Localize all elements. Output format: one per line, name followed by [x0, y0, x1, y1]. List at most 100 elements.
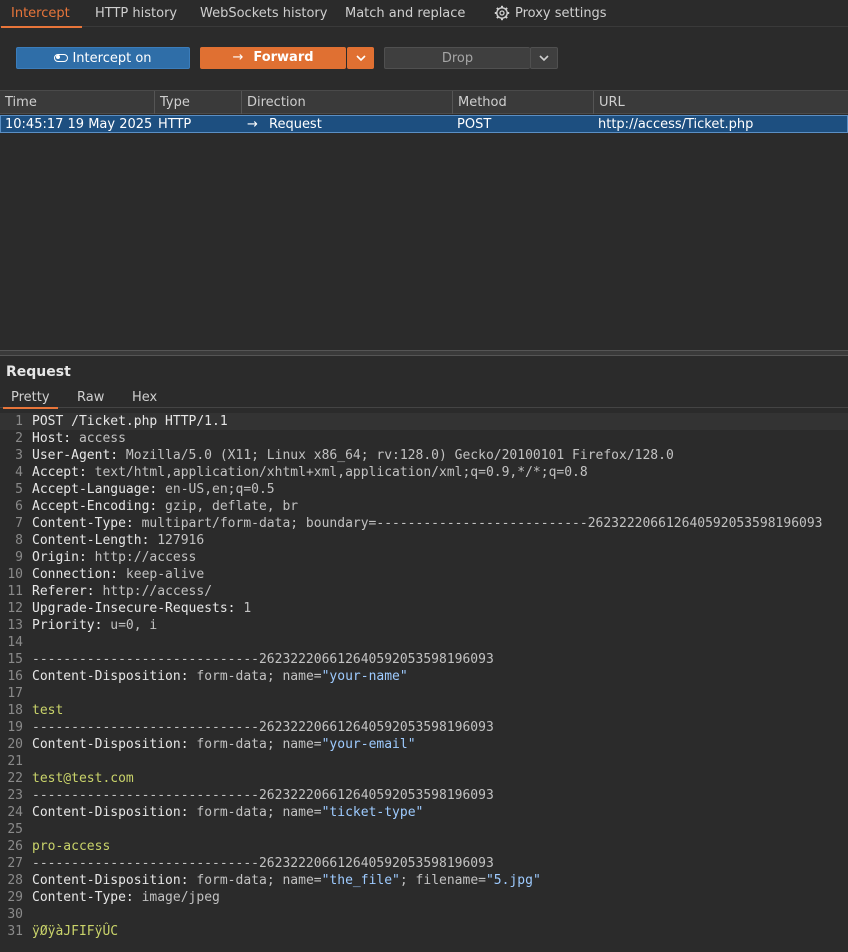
line-content: test@test.com [32, 770, 134, 787]
line-content: Content-Type: image/jpeg [32, 889, 220, 906]
header-value: Mozilla/5.0 (X11; Linux x86_64; rv:128.0… [118, 448, 674, 463]
row-url: http://access/Ticket.php [598, 117, 754, 132]
code-line[interactable]: 16 Content-Disposition: form-data; name="… [0, 668, 848, 685]
header-value: text/html,application/xhtml+xml,applicat… [86, 465, 588, 480]
line-number: 9 [15, 550, 23, 565]
line-number: 31 [7, 924, 23, 939]
request-editor[interactable]: 1 POST /Ticket.php HTTP/1.1 2 Host: access 3… [0, 413, 848, 952]
line-content: Accept-Language: en-US,en;q=0.5 [32, 481, 275, 498]
multipart-boundary: -----------------------------26232220661… [32, 856, 494, 871]
multipart-boundary: -----------------------------26232220661… [32, 788, 494, 803]
code-line[interactable]: 7 Content-Type: multipart/form-data; boun… [0, 515, 848, 532]
code-line[interactable]: 21 [0, 753, 848, 770]
header-name: Content-Disposition: [32, 669, 189, 684]
code-line[interactable]: 1 POST /Ticket.php HTTP/1.1 [0, 413, 848, 430]
string-value: "your-email" [321, 737, 416, 752]
code-line[interactable]: 13 Priority: u=0, i [0, 617, 848, 634]
drop-options-dropdown[interactable] [530, 47, 558, 69]
code-line[interactable]: 10 Connection: keep-alive [0, 566, 848, 583]
line-number: 22 [7, 771, 23, 786]
multipart-boundary: -----------------------------26232220661… [32, 652, 494, 667]
tab-hex[interactable]: Hex [132, 389, 157, 408]
header-value: en-US,en;q=0.5 [157, 482, 275, 497]
code-line[interactable]: 9 Origin: http://access [0, 549, 848, 566]
tab-proxy-settings[interactable]: Proxy settings [494, 0, 607, 27]
code-line[interactable]: 22 test@test.com [0, 770, 848, 787]
header-name: Content-Disposition: [32, 737, 189, 752]
line-content: Upgrade-Insecure-Requests: 1 [32, 600, 251, 617]
header-name: Connection: [32, 567, 119, 582]
drop-button[interactable]: Drop [384, 47, 530, 69]
code-line[interactable]: 5 Accept-Language: en-US,en;q=0.5 [0, 481, 848, 498]
header-name: Content-Type: [32, 516, 134, 531]
tab-http-history[interactable]: HTTP history [95, 0, 177, 27]
code-line[interactable]: 20 Content-Disposition: form-data; name="… [0, 736, 848, 753]
tab-intercept[interactable]: Intercept [1, 0, 82, 28]
line-content: Origin: http://access [32, 549, 196, 566]
forward-button[interactable]: → Forward [200, 47, 346, 69]
header-value: ; filename= [399, 873, 486, 888]
tab-websockets-history[interactable]: WebSockets history [200, 0, 327, 27]
code-line[interactable]: 26 pro-access [0, 838, 848, 855]
request-pane-title: Request [6, 364, 71, 380]
line-content: Accept: text/html,application/xhtml+xml,… [32, 464, 588, 481]
gear-icon [494, 5, 510, 21]
intercept-toggle-button[interactable]: Intercept on [16, 47, 190, 69]
column-header-direction[interactable]: Direction [242, 91, 453, 114]
code-line[interactable]: 14 [0, 634, 848, 651]
row-type: HTTP [158, 117, 192, 132]
column-header-method[interactable]: Method [453, 91, 594, 114]
header-value: http://access [86, 550, 197, 565]
header-name: Content-Length: [32, 533, 150, 548]
column-header-time[interactable]: Time [0, 91, 155, 114]
code-line[interactable]: 29 Content-Type: image/jpeg [0, 889, 848, 906]
line-number: 30 [7, 907, 23, 922]
header-name: Content-Disposition: [32, 805, 189, 820]
code-line[interactable]: 31 ÿØÿàJFIFÿÛC [0, 923, 848, 940]
code-line[interactable]: 3 User-Agent: Mozilla/5.0 (X11; Linux x86… [0, 447, 848, 464]
code-line[interactable]: 15 -----------------------------262322206… [0, 651, 848, 668]
code-line[interactable]: 27 -----------------------------262322206… [0, 855, 848, 872]
code-line[interactable]: 28 Content-Disposition: form-data; name="… [0, 872, 848, 889]
arrow-right-icon: → [247, 117, 258, 132]
code-line[interactable]: 4 Accept: text/html,application/xhtml+xml… [0, 464, 848, 481]
line-content: pro-access [32, 838, 110, 855]
forward-options-dropdown[interactable] [347, 47, 374, 69]
line-content: Host: access [32, 430, 126, 447]
code-line[interactable]: 19 -----------------------------262322206… [0, 719, 848, 736]
string-value: "ticket-type" [321, 805, 424, 820]
tab-match-and-replace[interactable]: Match and replace [345, 0, 465, 27]
code-line[interactable]: 11 Referer: http://access/ [0, 583, 848, 600]
line-content: POST /Ticket.php HTTP/1.1 [32, 413, 228, 430]
code-line[interactable]: 18 test [0, 702, 848, 719]
code-line[interactable]: 23 -----------------------------262322206… [0, 787, 848, 804]
line-number: 10 [7, 567, 23, 582]
line-content: test [32, 702, 63, 719]
header-value: form-data; name= [188, 669, 322, 684]
line-content: User-Agent: Mozilla/5.0 (X11; Linux x86_… [32, 447, 674, 464]
code-line[interactable]: 6 Accept-Encoding: gzip, deflate, br [0, 498, 848, 515]
code-line[interactable]: 30 [0, 906, 848, 923]
chevron-down-icon [355, 55, 366, 62]
line-number: 26 [7, 839, 23, 854]
code-line[interactable]: 25 [0, 821, 848, 838]
line-number: 17 [7, 686, 23, 701]
tab-raw[interactable]: Raw [77, 389, 104, 408]
table-row[interactable]: 10:45:17 19 May 2025 HTTP → Request POST… [0, 115, 848, 133]
code-line[interactable]: 24 Content-Disposition: form-data; name="… [0, 804, 848, 821]
code-line[interactable]: 17 [0, 685, 848, 702]
tab-pretty[interactable]: Pretty [3, 389, 58, 409]
header-value: multipart/form-data; boundary=----------… [133, 516, 823, 531]
header-value: form-data; name= [188, 805, 322, 820]
code-line[interactable]: 2 Host: access [0, 430, 848, 447]
row-method: POST [457, 117, 492, 132]
pane-splitter[interactable] [0, 350, 848, 356]
column-header-type[interactable]: Type [155, 91, 242, 114]
tab-proxy-settings-label: Proxy settings [515, 6, 607, 21]
line-number: 29 [7, 890, 23, 905]
column-header-url[interactable]: URL [594, 91, 848, 114]
code-line[interactable]: 12 Upgrade-Insecure-Requests: 1 [0, 600, 848, 617]
line-content: Connection: keep-alive [32, 566, 204, 583]
line-number: 12 [7, 601, 23, 616]
code-line[interactable]: 8 Content-Length: 127916 [0, 532, 848, 549]
